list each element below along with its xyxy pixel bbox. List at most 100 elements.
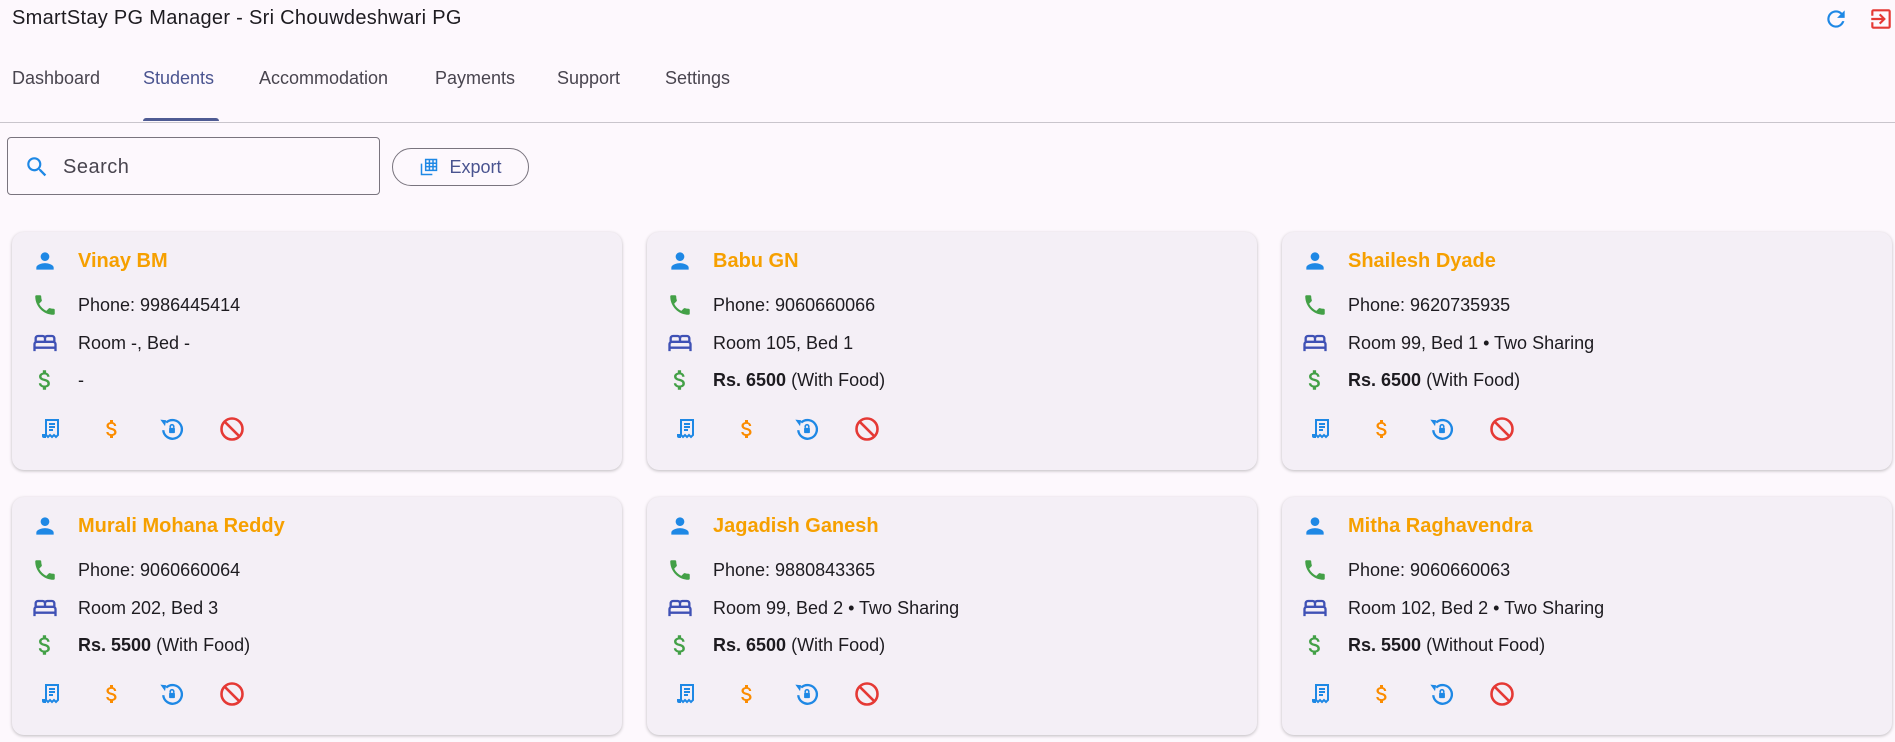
rent-row: Rs. 6500 (With Food)	[665, 630, 885, 660]
tab-payments[interactable]: Payments	[435, 68, 515, 89]
phone-icon	[665, 555, 695, 585]
block-icon	[218, 415, 246, 443]
block-button[interactable]	[853, 679, 881, 709]
tab-settings[interactable]: Settings	[665, 68, 730, 89]
student-room: Room 99, Bed 2 • Two Sharing	[713, 597, 960, 618]
card-actions	[1308, 679, 1516, 709]
search-icon	[24, 154, 50, 185]
phone-icon	[30, 555, 60, 585]
tab-dashboard[interactable]: Dashboard	[12, 68, 100, 89]
student-card: Shailesh Dyade Phone: 9620735935 Room 99, …	[1282, 232, 1892, 470]
rent-row: -	[30, 365, 84, 395]
student-phone: Phone: 9880843365	[713, 559, 876, 580]
payment-button[interactable]	[733, 414, 761, 444]
student-rent: -	[78, 370, 84, 391]
card-actions	[1308, 414, 1516, 444]
search-field[interactable]	[7, 137, 380, 195]
reset-password-button[interactable]	[793, 414, 821, 444]
reset-password-button[interactable]	[1428, 679, 1456, 709]
phone-row: Phone: 9060660064	[30, 555, 240, 585]
tab-support[interactable]: Support	[557, 68, 620, 89]
phone-row: Phone: 9060660063	[1300, 555, 1510, 585]
tab-accommodation[interactable]: Accommodation	[259, 68, 388, 89]
block-icon	[218, 680, 246, 708]
app-bar: SmartStay PG Manager - Sri Chouwdeshwari…	[0, 0, 1895, 38]
student-card: Mitha Raghavendra Phone: 9060660063 Room 1…	[1282, 497, 1892, 735]
lock-reset-icon	[793, 415, 821, 443]
lock-reset-icon	[158, 415, 186, 443]
export-label: Export	[449, 156, 502, 177]
student-name[interactable]: Vinay BM	[78, 250, 168, 273]
receipt-button[interactable]	[673, 414, 701, 444]
lock-reset-icon	[158, 680, 186, 708]
tab-students[interactable]: Students	[143, 68, 214, 89]
student-name[interactable]: Mitha Raghavendra	[1348, 515, 1532, 538]
rent-row: Rs. 5500 (Without Food)	[1300, 630, 1545, 660]
card-actions	[38, 414, 246, 444]
payment-button[interactable]	[1368, 414, 1396, 444]
block-button[interactable]	[218, 414, 246, 444]
phone-row: Phone: 9620735935	[1300, 290, 1510, 320]
bed-icon	[665, 593, 695, 623]
student-phone: Phone: 9060660066	[713, 294, 876, 315]
rent-amount: Rs. 6500	[713, 634, 787, 655]
rent-row: Rs. 6500 (With Food)	[1300, 365, 1520, 395]
student-name-row: Mitha Raghavendra	[1300, 511, 1532, 541]
student-name[interactable]: Shailesh Dyade	[1348, 250, 1496, 273]
receipt-icon	[675, 416, 699, 442]
block-button[interactable]	[853, 414, 881, 444]
student-room: Room 99, Bed 1 • Two Sharing	[1348, 332, 1595, 353]
payment-button[interactable]	[98, 414, 126, 444]
receipt-button[interactable]	[1308, 414, 1336, 444]
room-row: Room 102, Bed 2 • Two Sharing	[1300, 593, 1604, 623]
student-name[interactable]: Jagadish Ganesh	[713, 515, 879, 538]
reset-password-button[interactable]	[1428, 414, 1456, 444]
student-name[interactable]: Murali Mohana Reddy	[78, 515, 285, 538]
reset-password-button[interactable]	[793, 679, 821, 709]
room-row: Room 99, Bed 1 • Two Sharing	[1300, 328, 1594, 358]
student-room: Room 202, Bed 3	[78, 597, 219, 618]
student-phone: Phone: 9060660064	[78, 559, 241, 580]
payment-button[interactable]	[1368, 679, 1396, 709]
student-name[interactable]: Babu GN	[713, 250, 799, 273]
dollar-icon	[30, 630, 60, 660]
rent-amount: Rs. 5500	[78, 634, 152, 655]
receipt-button[interactable]	[1308, 679, 1336, 709]
search-input[interactable]	[61, 151, 365, 183]
room-row: Room -, Bed -	[30, 328, 190, 358]
payment-button[interactable]	[733, 679, 761, 709]
phone-row: Phone: 9986445414	[30, 290, 240, 320]
student-name-row: Murali Mohana Reddy	[30, 511, 285, 541]
phone-icon	[1300, 290, 1330, 320]
dollar-icon	[1300, 630, 1330, 660]
payment-icon	[1370, 416, 1394, 442]
reset-password-button[interactable]	[158, 414, 186, 444]
receipt-button[interactable]	[673, 679, 701, 709]
logout-button[interactable]	[1868, 3, 1895, 35]
export-button[interactable]: Export	[392, 148, 529, 186]
receipt-button[interactable]	[38, 414, 66, 444]
lock-reset-icon	[1428, 680, 1456, 708]
student-phone: Phone: 9060660063	[1348, 559, 1511, 580]
student-room: Room 105, Bed 1	[713, 332, 854, 353]
rent-detail: (With Food)	[156, 634, 251, 655]
receipt-button[interactable]	[38, 679, 66, 709]
student-name-row: Shailesh Dyade	[1300, 246, 1496, 276]
payment-button[interactable]	[98, 679, 126, 709]
block-button[interactable]	[1488, 679, 1516, 709]
room-row: Room 105, Bed 1	[665, 328, 853, 358]
phone-icon	[30, 290, 60, 320]
rent-row: Rs. 6500 (With Food)	[665, 365, 885, 395]
student-room: Room 102, Bed 2 • Two Sharing	[1348, 597, 1605, 618]
logout-icon	[1871, 9, 1891, 29]
block-button[interactable]	[218, 679, 246, 709]
bed-icon	[1300, 328, 1330, 358]
student-phone: Phone: 9986445414	[78, 294, 241, 315]
rent-detail: (With Food)	[1426, 369, 1521, 390]
card-actions	[38, 679, 246, 709]
room-row: Room 202, Bed 3	[30, 593, 218, 623]
block-button[interactable]	[1488, 414, 1516, 444]
student-name-row: Vinay BM	[30, 246, 168, 276]
reset-password-button[interactable]	[158, 679, 186, 709]
refresh-button[interactable]	[1820, 3, 1852, 35]
